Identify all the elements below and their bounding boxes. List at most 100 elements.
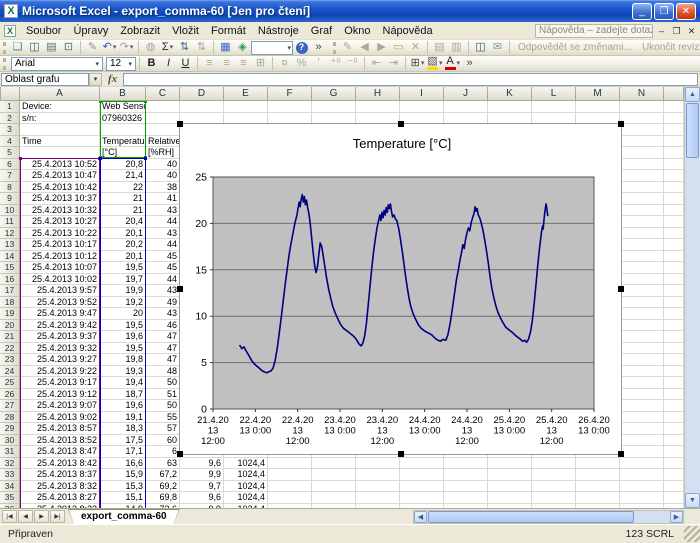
window-close-button[interactable]: ✕ <box>676 3 696 20</box>
mdi-minimize-button[interactable]: – <box>655 24 668 37</box>
cell-C27[interactable]: 50 <box>146 400 180 412</box>
toolbar-drag-handle[interactable] <box>3 42 6 54</box>
cell-partial33[interactable] <box>664 469 684 481</box>
toolbar-options-icon[interactable]: » <box>310 41 327 55</box>
cell-A29[interactable]: 25.4.2013 8:57 <box>20 423 100 435</box>
reply-with-changes-button[interactable]: Odpovědět se změnami... <box>513 42 637 53</box>
cell-A2[interactable]: s/n: <box>20 113 100 125</box>
column-header-c[interactable]: C <box>146 87 180 101</box>
cell-C3[interactable] <box>146 124 180 136</box>
cell-H33[interactable] <box>356 469 400 481</box>
cell-C20[interactable]: 46 <box>146 320 180 332</box>
column-header-i[interactable]: I <box>400 87 444 101</box>
row-header-3[interactable]: 3 <box>0 124 20 136</box>
toolbar-drag-handle[interactable] <box>333 42 336 54</box>
cell-B6[interactable]: 20,8 <box>100 159 146 171</box>
cell-L1[interactable] <box>532 101 576 113</box>
cell-N23[interactable] <box>620 354 664 366</box>
cell-A33[interactable]: 25.4.2013 8:37 <box>20 469 100 481</box>
row-header-11[interactable]: 11 <box>0 216 20 228</box>
cell-B35[interactable]: 15,1 <box>100 492 146 504</box>
cell-N32[interactable] <box>620 458 664 470</box>
cell-B2[interactable]: 07960326 <box>100 113 146 125</box>
cell-C15[interactable]: 45 <box>146 262 180 274</box>
cell-C17[interactable]: 43 <box>146 285 180 297</box>
cell-G32[interactable] <box>312 458 356 470</box>
increase-decimal-icon[interactable]: ⁺⁰ <box>327 57 344 71</box>
row-header-1[interactable]: 1 <box>0 101 20 113</box>
cell-partial4[interactable] <box>664 136 684 148</box>
cell-B8[interactable]: 22 <box>100 182 146 194</box>
cell-N21[interactable] <box>620 331 664 343</box>
row-header-34[interactable]: 34 <box>0 481 20 493</box>
chevron-down-icon[interactable]: ▾ <box>421 57 425 70</box>
first-sheet-icon[interactable]: |◀ <box>2 510 17 523</box>
cell-partial27[interactable] <box>664 400 684 412</box>
chevron-down-icon[interactable]: ▾ <box>128 60 132 68</box>
cell-M32[interactable] <box>576 458 620 470</box>
horizontal-scroll-thumb[interactable] <box>428 511 634 523</box>
cell-A22[interactable]: 25.4.2013 9:32 <box>20 343 100 355</box>
comma-style-icon[interactable]: ٬ <box>310 57 327 71</box>
vertical-scroll-track[interactable] <box>685 159 700 493</box>
cell-J35[interactable] <box>444 492 488 504</box>
new-document-icon[interactable]: ❏ <box>9 41 26 55</box>
cell-C28[interactable]: 55 <box>146 412 180 424</box>
drawing-icon[interactable]: ◈ <box>234 41 251 55</box>
fill-color-icon[interactable]: ▧▾ <box>426 57 444 71</box>
toolbar-drag-handle[interactable] <box>3 58 8 70</box>
cell-N34[interactable] <box>620 481 664 493</box>
cell-A35[interactable]: 25.4.2013 8:27 <box>20 492 100 504</box>
cell-E33[interactable]: 1024,4 <box>224 469 268 481</box>
row-header-29[interactable]: 29 <box>0 423 20 435</box>
reject-change-icon[interactable]: ▥ <box>448 41 465 55</box>
percent-icon[interactable]: % <box>293 57 310 71</box>
cell-A4[interactable]: Time <box>20 136 100 148</box>
cell-B34[interactable]: 15,3 <box>100 481 146 493</box>
cell-C24[interactable]: 48 <box>146 366 180 378</box>
column-header-m[interactable]: M <box>576 87 620 101</box>
cell-N6[interactable] <box>620 159 664 171</box>
cell-N9[interactable] <box>620 193 664 205</box>
cell-partial12[interactable] <box>664 228 684 240</box>
menu-item-zobrazit[interactable]: Zobrazit <box>114 23 166 39</box>
row-header-12[interactable]: 12 <box>0 228 20 240</box>
cell-K32[interactable] <box>488 458 532 470</box>
cell-C5[interactable]: [%RH] <box>146 147 180 159</box>
horizontal-scroll-track[interactable] <box>635 511 670 523</box>
cell-C30[interactable]: 60 <box>146 435 180 447</box>
increase-indent-icon[interactable]: ⇥ <box>385 57 402 71</box>
cell-B28[interactable]: 19,1 <box>100 412 146 424</box>
cell-C8[interactable]: 38 <box>146 182 180 194</box>
cell-D32[interactable]: 9,6 <box>180 458 224 470</box>
chevron-down-icon[interactable]: ▾ <box>95 60 99 68</box>
cell-partial18[interactable] <box>664 297 684 309</box>
menu-item-vlozit[interactable]: Vložit <box>166 23 205 39</box>
cell-D35[interactable]: 9,6 <box>180 492 224 504</box>
cell-N19[interactable] <box>620 308 664 320</box>
cell-A1[interactable]: Device: <box>20 101 100 113</box>
cell-B18[interactable]: 19,2 <box>100 297 146 309</box>
last-sheet-icon[interactable]: ▶| <box>50 510 65 523</box>
insert-function-icon[interactable]: fx <box>102 73 123 85</box>
cell-partial13[interactable] <box>664 239 684 251</box>
cell-B24[interactable]: 19,3 <box>100 366 146 378</box>
embedded-chart[interactable]: 051015202521.4.201312:0022.4.2013 0:0022… <box>179 123 622 455</box>
cell-partial10[interactable] <box>664 205 684 217</box>
cell-N14[interactable] <box>620 251 664 263</box>
cell-B31[interactable]: 17,1 <box>100 446 146 458</box>
cell-B32[interactable]: 16,6 <box>100 458 146 470</box>
cell-K35[interactable] <box>488 492 532 504</box>
row-header-23[interactable]: 23 <box>0 354 20 366</box>
row-header-17[interactable]: 17 <box>0 285 20 297</box>
cell-N5[interactable] <box>620 147 664 159</box>
cell-C29[interactable]: 57 <box>146 423 180 435</box>
row-header-4[interactable]: 4 <box>0 136 20 148</box>
row-header-32[interactable]: 32 <box>0 458 20 470</box>
cell-F34[interactable] <box>268 481 312 493</box>
cell-N12[interactable] <box>620 228 664 240</box>
row-header-21[interactable]: 21 <box>0 331 20 343</box>
cell-B7[interactable]: 21,4 <box>100 170 146 182</box>
row-header-26[interactable]: 26 <box>0 389 20 401</box>
cell-N30[interactable] <box>620 435 664 447</box>
